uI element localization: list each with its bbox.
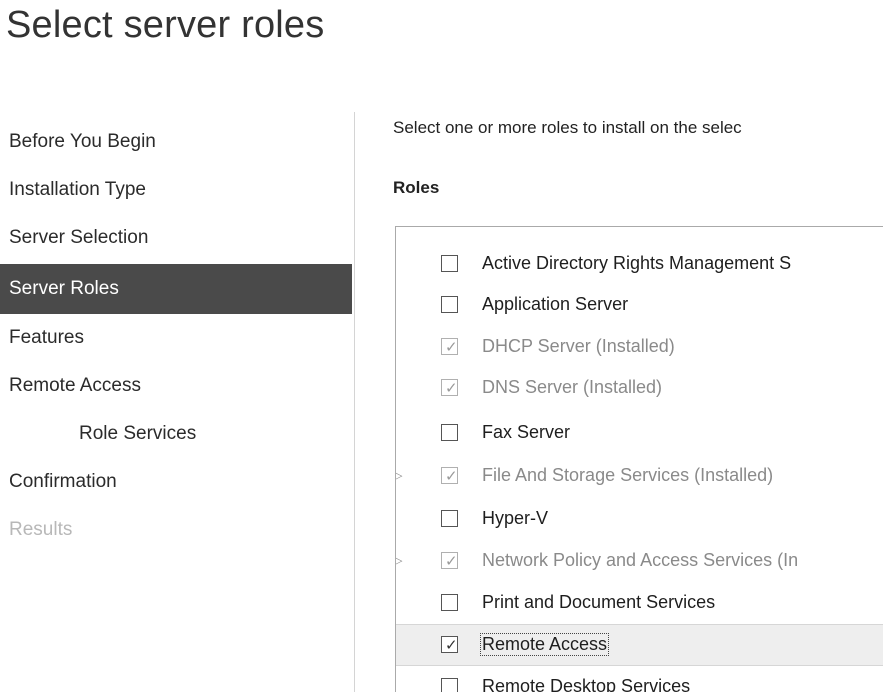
role-label: DHCP Server (Installed) — [482, 336, 675, 356]
role-row-dns-server[interactable]: ✓ DNS Server (Installed) — [396, 368, 883, 410]
nav-item-installation-type[interactable]: Installation Type — [0, 166, 352, 214]
role-label: Application Server — [482, 294, 629, 314]
role-checkbox[interactable] — [441, 424, 458, 441]
nav-item-features[interactable]: Features — [0, 314, 352, 362]
expand-triangle-icon[interactable]: ▷ — [396, 469, 408, 483]
checkmark-icon: ✓ — [445, 379, 458, 397]
expand-triangle-icon[interactable]: ▷ — [396, 554, 408, 568]
nav-item-label: Features — [9, 327, 84, 348]
nav-item-server-selection[interactable]: Server Selection — [0, 214, 352, 262]
role-row-network-policy-access[interactable]: ▷ ✓ Network Policy and Access Services (… — [396, 541, 883, 583]
role-row-application-server[interactable]: Application Server — [396, 285, 883, 327]
nav-item-label: Server Roles — [9, 278, 119, 299]
role-row-print-document-services[interactable]: Print and Document Services — [396, 583, 883, 625]
nav-item-label: Installation Type — [9, 179, 146, 200]
role-checkbox[interactable] — [441, 296, 458, 313]
checkmark-icon: ✓ — [445, 338, 458, 356]
nav-item-label: Before You Begin — [9, 131, 156, 152]
role-checkbox[interactable]: ✓ — [441, 379, 458, 396]
role-row-remote-desktop-services[interactable]: Remote Desktop Services — [396, 667, 883, 692]
wizard-nav: Before You Begin Installation Type Serve… — [0, 118, 352, 554]
page-title: Select server roles — [6, 4, 325, 46]
role-checkbox[interactable]: ✓ — [441, 467, 458, 484]
nav-item-results: Results — [0, 506, 352, 554]
role-checkbox[interactable]: ✓ — [441, 338, 458, 355]
roles-instructions: Select one or more roles to install on t… — [393, 118, 742, 137]
role-label: Fax Server — [482, 422, 571, 442]
role-checkbox[interactable]: ✓ — [441, 552, 458, 569]
roles-list[interactable]: Active Directory Rights Management S App… — [395, 226, 883, 692]
nav-item-label: Remote Access — [9, 375, 141, 396]
roles-heading: Roles — [393, 178, 440, 197]
nav-item-confirmation[interactable]: Confirmation — [0, 458, 352, 506]
nav-item-before-you-begin[interactable]: Before You Begin — [0, 118, 352, 166]
role-label: Active Directory Rights Management S — [482, 253, 792, 273]
role-checkbox[interactable] — [441, 678, 458, 692]
role-row-file-storage-services[interactable]: ▷ ✓ File And Storage Services (Installed… — [396, 456, 883, 498]
nav-item-remote-access[interactable]: Remote Access — [0, 362, 352, 410]
nav-item-label: Role Services — [79, 423, 197, 444]
role-checkbox[interactable] — [441, 594, 458, 611]
role-label: Network Policy and Access Services (In — [482, 550, 799, 570]
role-row-fax-server[interactable]: Fax Server — [396, 413, 883, 455]
checkmark-icon: ✓ — [445, 552, 458, 570]
role-row-remote-access[interactable]: ✓ Remote Access — [396, 624, 883, 666]
nav-item-label: Results — [9, 519, 73, 540]
role-label: Hyper-V — [482, 508, 549, 528]
nav-divider — [354, 112, 355, 692]
role-row-ad-rights-management[interactable]: Active Directory Rights Management S — [396, 244, 883, 286]
role-label: Remote Access — [480, 633, 610, 656]
nav-item-label: Server Selection — [9, 227, 149, 248]
role-checkbox[interactable] — [441, 255, 458, 272]
role-label: DNS Server (Installed) — [482, 377, 663, 397]
checkmark-icon: ✓ — [445, 467, 458, 485]
role-label: Print and Document Services — [482, 592, 716, 612]
role-checkbox[interactable]: ✓ — [441, 636, 458, 653]
nav-item-server-roles[interactable]: Server Roles — [0, 264, 352, 314]
role-checkbox[interactable] — [441, 510, 458, 527]
nav-item-role-services[interactable]: Role Services — [0, 410, 352, 458]
role-row-dhcp-server[interactable]: ✓ DHCP Server (Installed) — [396, 327, 883, 369]
nav-item-label: Confirmation — [9, 471, 117, 492]
role-row-hyper-v[interactable]: Hyper-V — [396, 499, 883, 541]
checkmark-icon: ✓ — [445, 636, 458, 654]
role-label: Remote Desktop Services — [482, 676, 691, 692]
role-label: File And Storage Services (Installed) — [482, 465, 774, 485]
